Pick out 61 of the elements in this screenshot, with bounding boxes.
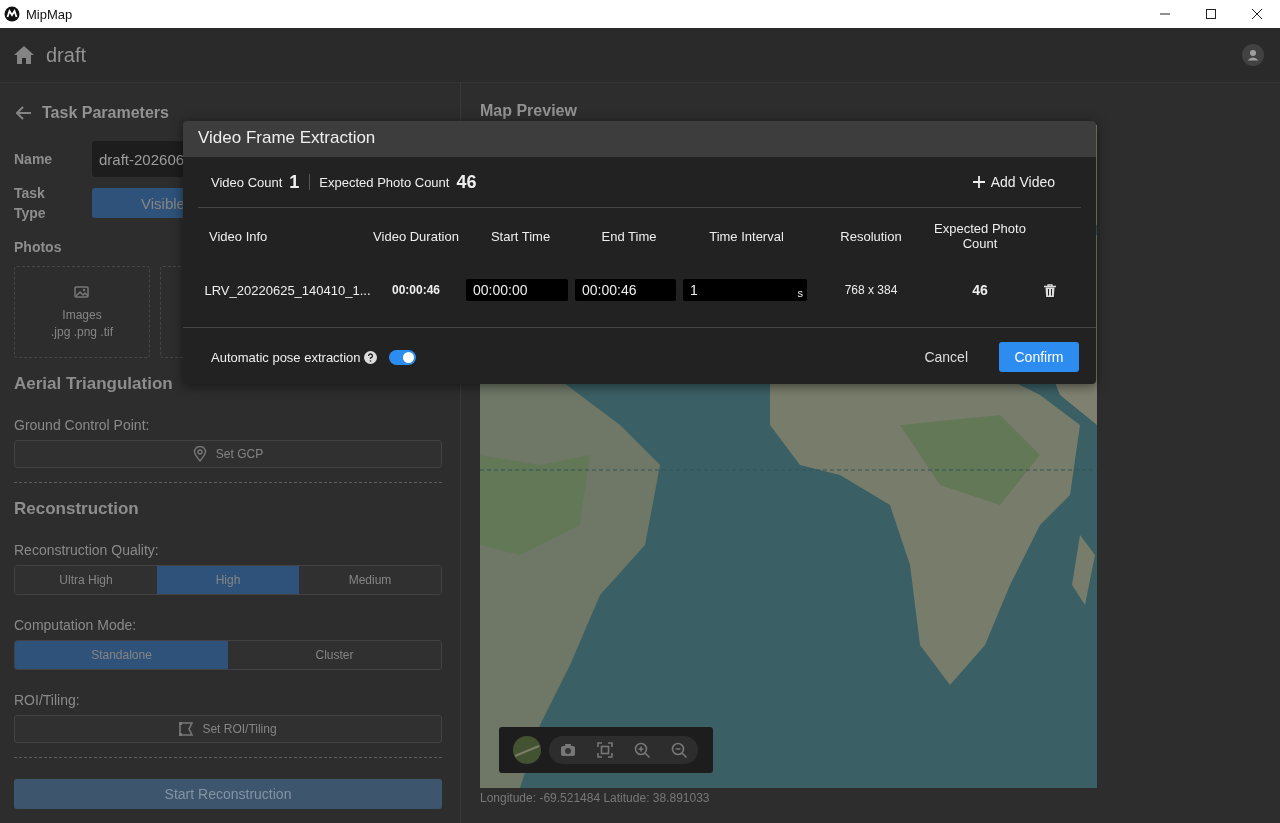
field-label: Task Type bbox=[14, 184, 47, 223]
file-formats: .jpg .png .tif bbox=[50, 325, 113, 339]
column-header: Expected Photo Count bbox=[933, 220, 1027, 253]
segment-option[interactable]: High bbox=[157, 566, 299, 594]
stat-label: Expected Photo Count bbox=[319, 174, 450, 190]
zoom-in-icon[interactable] bbox=[633, 741, 651, 759]
trash-icon[interactable] bbox=[1044, 283, 1056, 297]
upload-label: Images bbox=[62, 308, 102, 322]
app-logo-icon bbox=[4, 6, 20, 22]
section-title: Map Preview bbox=[480, 102, 578, 121]
set-gcp-button[interactable]: Set GCP bbox=[14, 440, 442, 468]
location-pin-icon bbox=[192, 446, 207, 462]
table-cell-text: 768 x 384 bbox=[843, 282, 899, 299]
close-icon bbox=[1252, 9, 1262, 19]
column-header: Video Duration bbox=[372, 227, 460, 246]
help-icon[interactable] bbox=[363, 350, 377, 364]
cancel-button[interactable]: Cancel bbox=[924, 349, 968, 365]
upload-area[interactable]: Images .jpg .png .tif bbox=[14, 266, 150, 358]
plus-icon bbox=[972, 176, 985, 188]
column-header: End Time bbox=[600, 227, 658, 246]
dialog-title: Video Frame Extraction bbox=[183, 121, 1096, 157]
back-arrow-icon[interactable] bbox=[16, 106, 32, 120]
field-label: Ground Control Point: bbox=[14, 417, 151, 433]
window-title: MipMap bbox=[26, 6, 73, 22]
section-label: Photos bbox=[14, 239, 63, 255]
layer-switch-button[interactable] bbox=[513, 736, 541, 764]
column-header: Resolution bbox=[839, 227, 903, 246]
zoom-out-icon[interactable] bbox=[670, 741, 688, 759]
set-roi-button[interactable]: Set ROI/Tiling bbox=[14, 715, 442, 743]
end-time-field[interactable]: 00:00:46 bbox=[575, 279, 676, 301]
field-label: Computation Mode: bbox=[14, 617, 138, 633]
section-title: Task Parameters bbox=[42, 104, 169, 122]
camera-icon[interactable] bbox=[559, 741, 577, 759]
avatar-icon[interactable] bbox=[1242, 44, 1264, 66]
column-header: Video Info bbox=[209, 227, 269, 246]
section-title: Reconstruction bbox=[14, 499, 140, 519]
table-cell-text: 46 bbox=[971, 281, 989, 300]
column-header: Start Time bbox=[489, 227, 552, 246]
fit-view-icon[interactable] bbox=[596, 741, 614, 759]
globe-thumbnail-icon bbox=[513, 736, 541, 764]
image-icon bbox=[74, 285, 90, 299]
roi-icon bbox=[179, 722, 194, 736]
section-title: Aerial Triangulation bbox=[14, 374, 174, 394]
home-icon[interactable] bbox=[14, 46, 34, 64]
field-label: Reconstruction Quality: bbox=[14, 542, 160, 558]
stat-value: 1 bbox=[289, 171, 300, 193]
coordinates-text: Longitude: -69.521484 Latitude: 38.891033 bbox=[480, 791, 711, 805]
project-title: draft bbox=[46, 43, 87, 67]
interval-field[interactable]: 1 s bbox=[683, 279, 807, 301]
column-header: Time Interval bbox=[708, 227, 785, 246]
field-label: ROI/Tiling: bbox=[14, 692, 81, 708]
stat-label: Video Count bbox=[211, 174, 283, 190]
stat-value: 46 bbox=[456, 171, 477, 193]
toggle-switch[interactable] bbox=[388, 349, 416, 365]
add-video-button[interactable]: Add Video bbox=[972, 174, 1081, 190]
confirm-button[interactable]: Confirm bbox=[999, 342, 1079, 372]
option-label: Automatic pose extraction bbox=[211, 349, 361, 365]
start-time-field[interactable]: 00:00:00 bbox=[466, 279, 568, 301]
segment-option[interactable]: Standalone bbox=[15, 641, 228, 669]
field-label: Name bbox=[14, 151, 54, 167]
maximize-icon bbox=[1206, 9, 1216, 19]
